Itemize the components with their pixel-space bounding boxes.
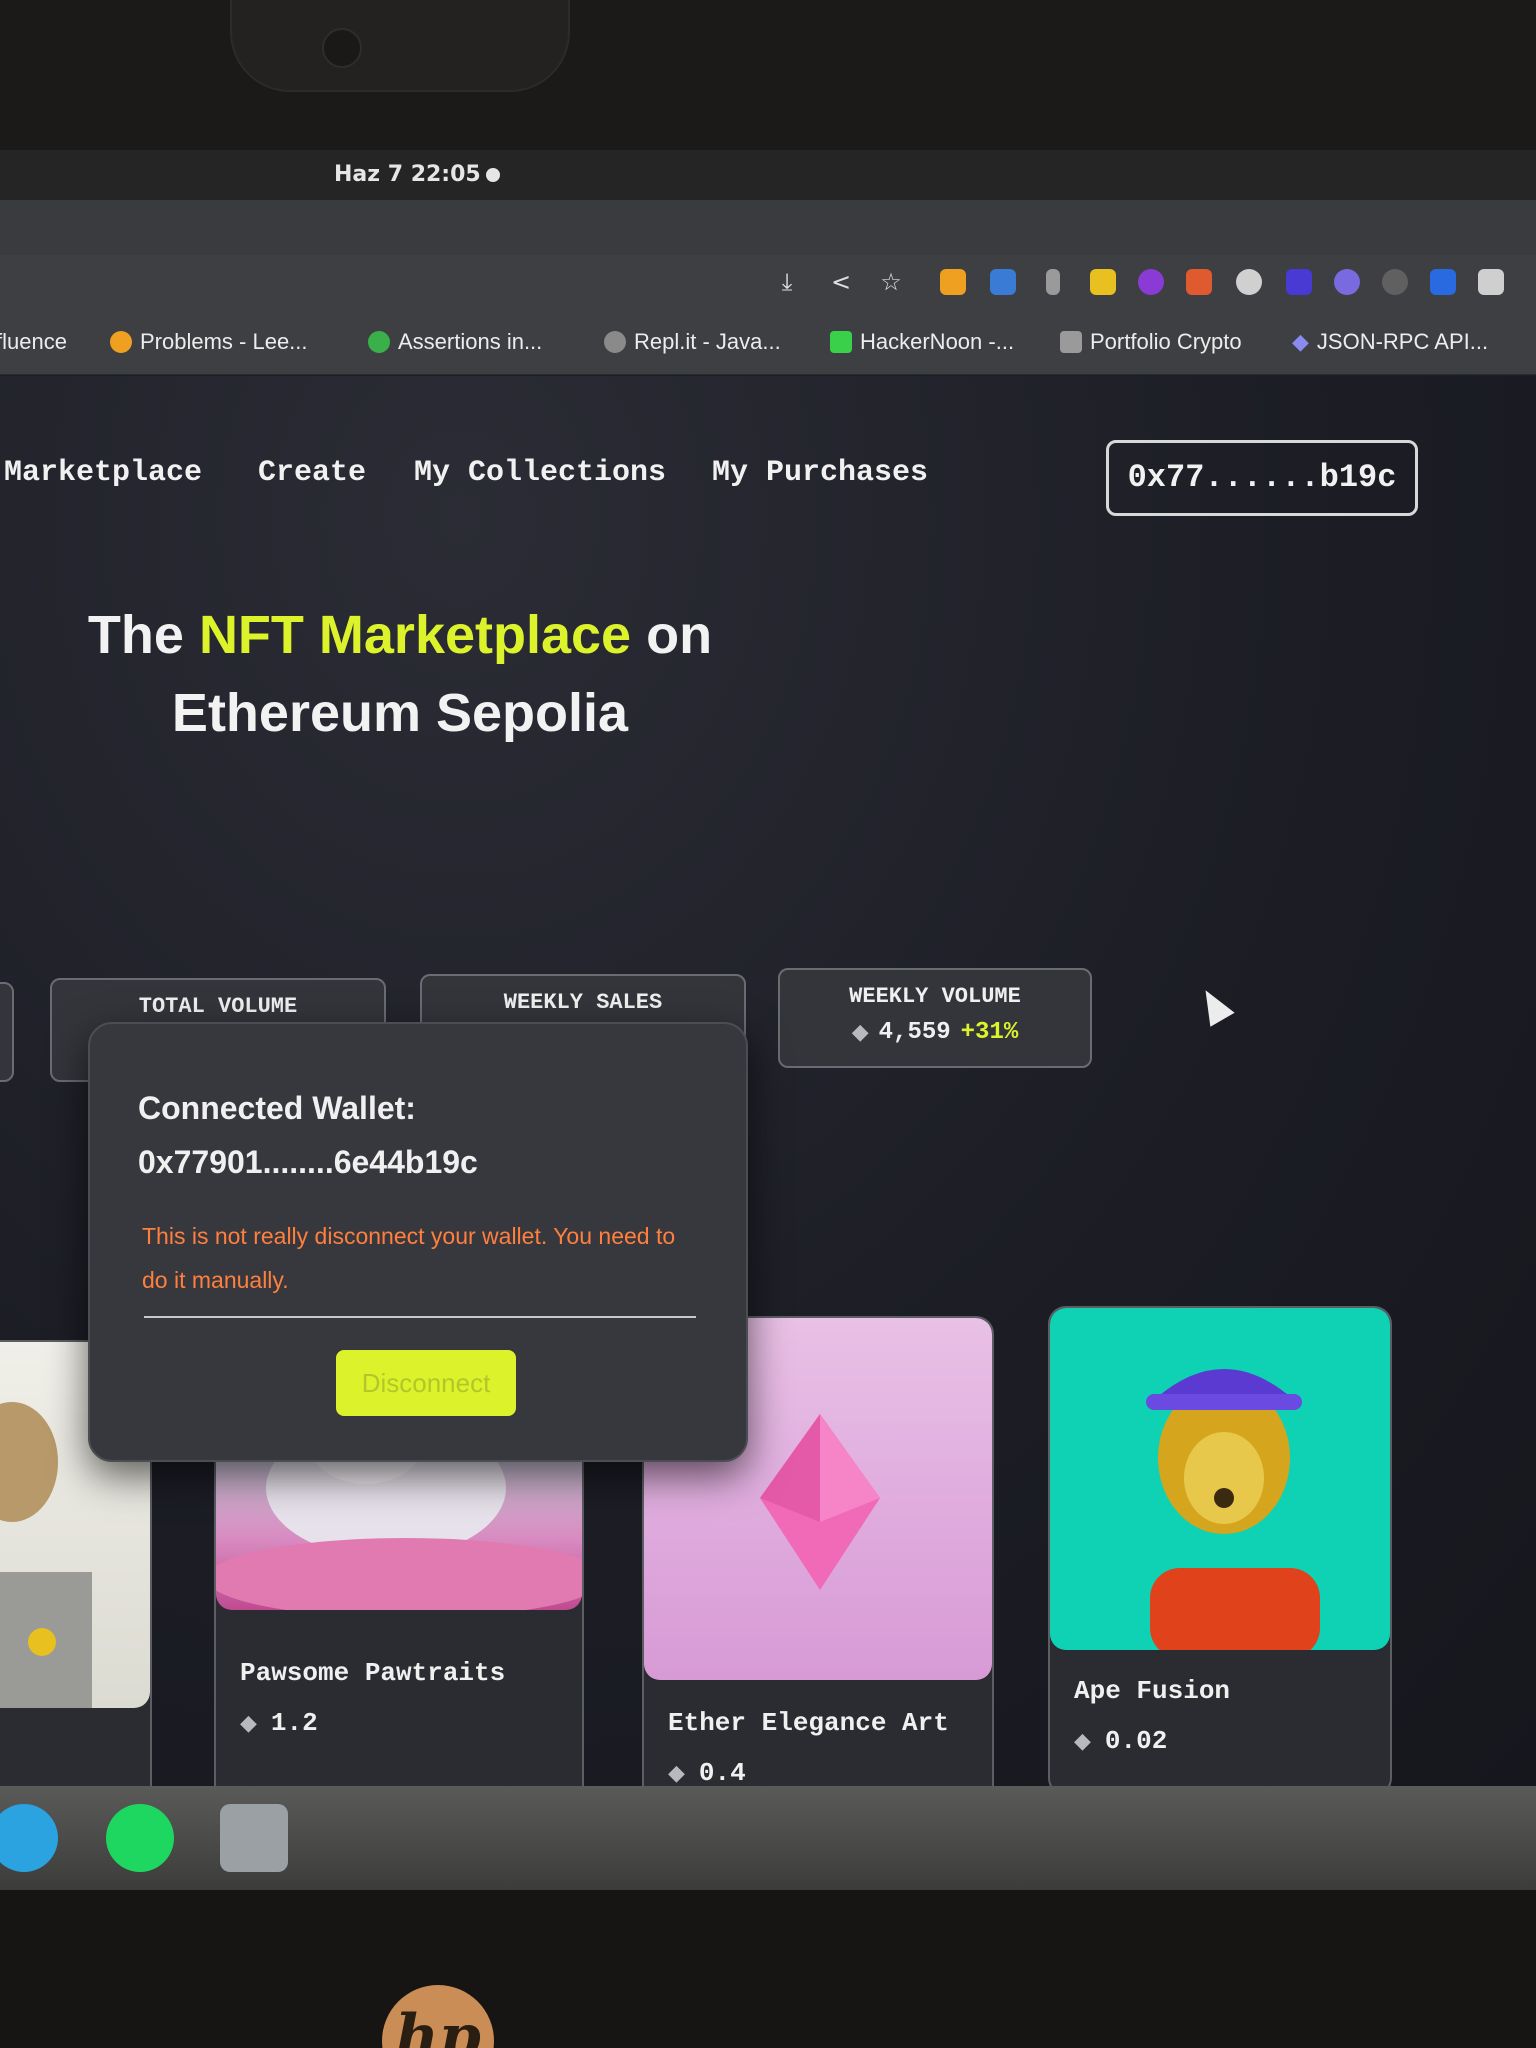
laptop-bezel-bottom (0, 1890, 1536, 2048)
extension-1-icon[interactable] (940, 269, 966, 295)
hero-line2: Ethereum Sepolia (171, 683, 629, 743)
webcam-lens (322, 28, 362, 68)
extension-9-icon[interactable] (1334, 269, 1360, 295)
bookmark-label: JSON-RPC API... (1316, 329, 1489, 354)
extension-6-icon[interactable] (1186, 269, 1212, 295)
star-icon[interactable]: ☆ (876, 267, 906, 297)
hero-suffix: on (646, 605, 713, 665)
nft-price-row: ◆ 1.2 (240, 1708, 318, 1738)
bookmark-label: Portfolio Crypto (1090, 329, 1242, 354)
notion-icon (1060, 331, 1082, 353)
hero-accent: NFT Marketplace (198, 605, 632, 665)
browser-tab-strip (0, 200, 1536, 255)
stat-label: TOTAL VOLUME (138, 994, 298, 1019)
nft-marketplace-page: Marketplace Create My Collections My Pur… (0, 376, 1536, 1856)
leetcode-icon (110, 331, 132, 353)
disconnect-button[interactable]: Disconnect (336, 1350, 516, 1416)
hero-prefix: The (87, 605, 184, 665)
system-dock (0, 1786, 1536, 1890)
bookmark-item[interactable]: fluence (0, 329, 67, 355)
hero-title: The NFT Marketplace on Ethereum Sepolia (60, 596, 740, 752)
bookmark-item[interactable]: Problems - Lee... (110, 329, 308, 355)
replit-icon (604, 331, 626, 353)
spotify-icon[interactable] (106, 1804, 174, 1872)
install-icon[interactable]: ⤓ (772, 267, 802, 297)
bookmark-item[interactable]: Portfolio Crypto (1060, 329, 1242, 355)
ethereum-icon: ◆ (668, 1760, 685, 1786)
telegram-icon[interactable] (0, 1804, 58, 1872)
nft-card[interactable]: Ape Fusion ◆ 0.02 (1048, 1306, 1392, 1796)
bookmark-label: fluence (0, 329, 67, 354)
bookmark-item[interactable]: Repl.it - Java... (604, 329, 781, 355)
share-icon[interactable]: < (826, 267, 856, 297)
nav-create[interactable]: Create (258, 456, 366, 490)
connected-wallet-popup: Connected Wallet: 0x77901........6e44b19… (88, 1022, 748, 1462)
nft-image (1050, 1308, 1390, 1650)
nft-price: 1.2 (270, 1708, 318, 1738)
stat-label: WEEKLY VOLUME (849, 984, 1021, 1009)
webcam-housing (230, 0, 570, 92)
nft-price-row: ◆ 0.02 (1074, 1726, 1167, 1756)
stat-box-partial (0, 982, 14, 1082)
stat-value: 4,559 (878, 1019, 951, 1046)
browser-toolbar: ⤓ < ☆ (0, 255, 1536, 315)
nft-name: Ape Fusion (1074, 1676, 1231, 1706)
nft-price-row: ◆ 0.4 (668, 1758, 746, 1788)
divider (144, 1316, 696, 1318)
stat-value-row: ◆ 4,559 +31% (780, 1019, 1090, 1046)
ethereum-icon: ◆ (1292, 329, 1309, 354)
nav-my-purchases[interactable]: My Purchases (712, 456, 928, 490)
extension-5-icon[interactable] (1138, 269, 1164, 295)
ethereum-icon: ◆ (851, 1020, 869, 1045)
mouse-cursor-icon (1193, 983, 1235, 1027)
extension-10-icon[interactable] (1382, 269, 1408, 295)
nft-name: Pawsome Pawtraits (240, 1658, 506, 1688)
extensions-puzzle-icon[interactable] (1478, 269, 1504, 295)
extension-2-icon[interactable] (990, 269, 1016, 295)
screen: Haz 7 22:05 ⤓ < ☆ fluence Problems - Lee… (0, 150, 1536, 1890)
wallet-address-button[interactable]: 0x77......b19c (1106, 440, 1418, 516)
system-clock[interactable]: Haz 7 22:05 (334, 162, 481, 187)
ape-fusion-illustration (1146, 1369, 1320, 1650)
bookmark-item[interactable]: Assertions in... (368, 329, 542, 355)
bookmark-label: Assertions in... (398, 329, 543, 354)
bookmark-label: Problems - Lee... (140, 329, 308, 354)
disconnect-warning: This is not really disconnect your walle… (142, 1223, 676, 1293)
stat-label: WEEKLY SALES (503, 990, 663, 1015)
nav-my-collections[interactable]: My Collections (414, 456, 666, 490)
bookmark-item[interactable]: HackerNoon -... (830, 329, 1014, 355)
bookmark-item[interactable]: ◆ JSON-RPC API... (1292, 329, 1488, 355)
hackernoon-icon (830, 331, 852, 353)
nft-price: 0.4 (698, 1758, 746, 1788)
bookmark-label: HackerNoon -... (860, 329, 1015, 354)
extension-3-icon[interactable] (1046, 269, 1060, 295)
extension-4-icon[interactable] (1090, 269, 1116, 295)
extension-7-icon[interactable] (1236, 269, 1262, 295)
laptop-bezel-top (0, 0, 1536, 150)
popup-title: Connected Wallet: (138, 1090, 416, 1126)
assertions-icon (368, 331, 390, 353)
ethereum-icon: ◆ (240, 1710, 257, 1736)
extension-11-icon[interactable] (1430, 269, 1456, 295)
stat-weekly-volume: WEEKLY VOLUME ◆ 4,559 +31% (778, 968, 1092, 1068)
stat-change: +31% (960, 1019, 1019, 1046)
bookmarks-bar: fluence Problems - Lee... Assertions in.… (0, 315, 1536, 375)
bookmark-label: Repl.it - Java... (634, 329, 781, 354)
wallet-full-address: 0x77901........6e44b19c (138, 1144, 478, 1180)
system-top-bar: Haz 7 22:05 (0, 150, 1536, 200)
notification-dot-icon (486, 168, 500, 182)
nft-price: 0.02 (1104, 1726, 1168, 1756)
ethereum-icon: ◆ (1074, 1728, 1091, 1754)
nav-marketplace[interactable]: Marketplace (4, 456, 202, 490)
nft-name: Ether Elegance Art (668, 1708, 949, 1738)
terminal-icon[interactable] (220, 1804, 288, 1872)
extension-8-icon[interactable] (1286, 269, 1312, 295)
